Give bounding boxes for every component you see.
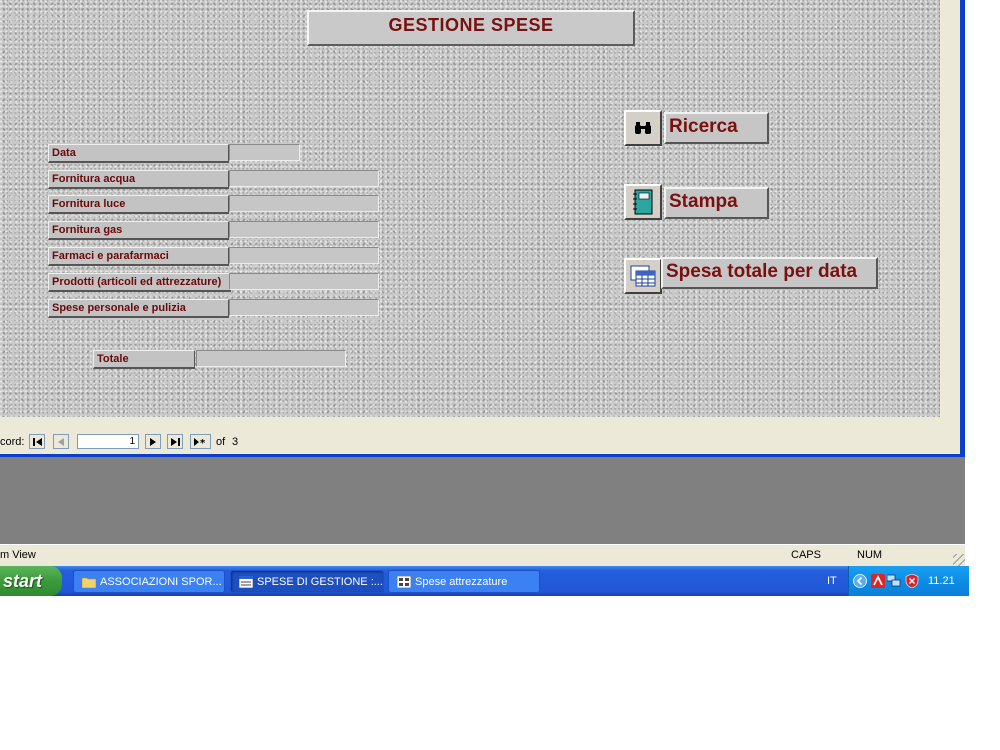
label-data: Data: [48, 144, 229, 163]
ricerca-button[interactable]: Ricerca: [664, 112, 769, 144]
previous-record-icon: [58, 437, 64, 446]
first-record-button[interactable]: [29, 434, 45, 449]
spreadsheet-icon: [630, 265, 656, 287]
status-view-text: m View: [0, 549, 36, 561]
security-shield-icon[interactable]: [905, 574, 919, 588]
spesa-totale-button[interactable]: Spesa totale per data: [661, 257, 878, 289]
fornitura-gas-field[interactable]: [229, 221, 379, 238]
label-fornitura-luce: Fornitura luce: [48, 195, 229, 214]
label-prodotti: Prodotti (articoli ed attrezzature): [48, 273, 231, 292]
fornitura-acqua-field[interactable]: [229, 170, 379, 187]
folder-icon: [82, 577, 96, 588]
ricerca-icon-button[interactable]: [624, 110, 662, 146]
record-of-label: of: [216, 436, 226, 448]
access-form-icon: [239, 576, 253, 588]
record-label: cord:: [0, 436, 25, 448]
form-title: GESTIONE SPESE: [307, 10, 635, 46]
network-icon[interactable]: [887, 574, 901, 588]
language-indicator[interactable]: IT: [827, 575, 837, 587]
label-fornitura-gas: Fornitura gas: [48, 221, 229, 240]
record-count: 3: [232, 436, 239, 448]
binoculars-icon: [635, 122, 651, 134]
taskbar-item-spese-gestione[interactable]: SPESE DI GESTIONE :...: [230, 570, 384, 593]
spesa-totale-icon-button[interactable]: [624, 258, 662, 294]
window-frame-border: [960, 0, 965, 457]
current-record-input[interactable]: 1: [77, 434, 139, 449]
prodotti-field[interactable]: [229, 273, 379, 290]
record-navigation-bar: cord: 1 * of 3: [0, 417, 960, 457]
label-fornitura-acqua: Fornitura acqua: [48, 170, 229, 189]
last-record-button[interactable]: [167, 434, 183, 449]
last-record-icon: [170, 437, 180, 446]
access-workspace: [0, 457, 965, 544]
num-indicator: NUM: [857, 549, 883, 561]
notebook-icon: [633, 189, 653, 215]
taskbar: start ASSOCIAZIONI SPOR... SPESE DI GEST…: [0, 566, 969, 596]
next-record-button[interactable]: [145, 434, 161, 449]
previous-record-button[interactable]: [53, 434, 69, 449]
label-spese-personale: Spese personale e pulizia: [48, 299, 229, 318]
stampa-button[interactable]: Stampa: [664, 187, 769, 219]
farmaci-field[interactable]: [229, 247, 379, 264]
taskbar-item-label: SPESE DI GESTIONE :...: [257, 576, 383, 588]
taskbar-item-label: Spese attrezzature: [415, 576, 508, 588]
svg-text:*: *: [200, 438, 206, 446]
clock[interactable]: 11.21: [928, 575, 955, 587]
antivirus-icon[interactable]: [871, 574, 885, 588]
taskbar-item-associazioni[interactable]: ASSOCIAZIONI SPOR...: [73, 570, 225, 593]
caps-indicator: CAPS: [791, 549, 821, 561]
taskbar-item-label: ASSOCIAZIONI SPOR...: [100, 576, 222, 588]
stampa-icon-button[interactable]: [624, 184, 662, 220]
chevron-left-icon[interactable]: [853, 574, 867, 588]
new-record-icon: *: [193, 437, 206, 446]
label-farmaci: Farmaci e parafarmaci: [48, 247, 229, 266]
taskbar-item-spese-attrezzature[interactable]: Spese attrezzature: [388, 570, 540, 593]
data-field[interactable]: [229, 144, 300, 161]
label-totale: Totale: [93, 350, 195, 369]
resize-grip[interactable]: [953, 554, 965, 566]
fornitura-luce-field[interactable]: [229, 195, 379, 212]
new-record-button[interactable]: *: [190, 434, 211, 449]
totale-field[interactable]: [196, 350, 346, 367]
spese-personale-field[interactable]: [229, 299, 379, 316]
first-record-icon: [32, 437, 42, 446]
access-form-icon: [397, 576, 411, 588]
start-button[interactable]: start: [0, 566, 62, 596]
form-margin: [940, 0, 960, 417]
status-bar: m View CAPS NUM: [0, 544, 965, 566]
next-record-icon: [150, 437, 156, 446]
form-detail-section: GESTIONE SPESE Data Fornitura acqua Forn…: [0, 0, 940, 417]
